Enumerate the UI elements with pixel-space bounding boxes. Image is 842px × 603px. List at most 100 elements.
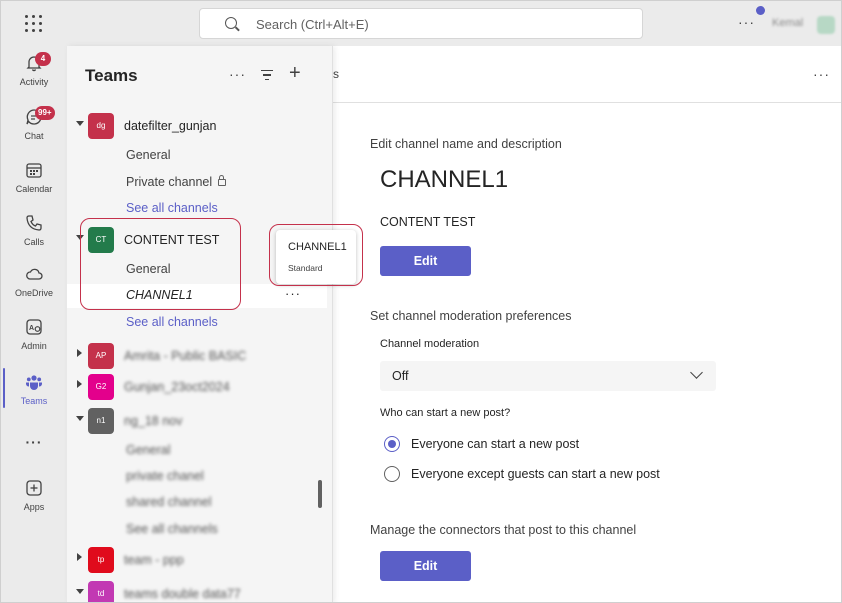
panel-more-button[interactable]: ··· (229, 66, 246, 82)
team-name: datefilter_gunjan (124, 119, 217, 133)
user-name: Kemal (772, 17, 804, 29)
team-name: Amrita - Public BASIC (124, 349, 247, 363)
team-row[interactable]: AP Amrita - Public BASIC (67, 343, 333, 371)
phone-icon (26, 215, 42, 231)
team-avatar: G2 (88, 374, 114, 400)
highlight-box-tooltip (269, 224, 363, 286)
channel-row[interactable]: General (67, 439, 327, 463)
rail-label-chat: Chat (24, 131, 44, 141)
header-tab-fragment[interactable]: s (333, 67, 339, 81)
team-avatar: tp (88, 547, 114, 573)
rail-item-teams[interactable]: Teams (1, 367, 67, 417)
add-team-icon[interactable]: + (289, 62, 301, 85)
team-row[interactable]: dg datefilter_gunjan (67, 113, 333, 141)
app-launcher-icon[interactable] (25, 15, 43, 33)
chevron-down-icon (690, 366, 703, 379)
team-row[interactable]: n1 ng_18 nov (67, 408, 333, 436)
channel-name: private chanel (126, 469, 204, 483)
team-avatar: td (88, 581, 114, 602)
team-name: Gunjan_23oct2024 (124, 380, 230, 394)
user-avatar[interactable] (817, 16, 835, 34)
header-more-button[interactable]: ··· (813, 66, 830, 82)
see-all-channels-link[interactable]: See all channels (67, 518, 327, 542)
rail-item-activity[interactable]: 4 Activity (1, 48, 67, 98)
team-name: teams double data77 (124, 587, 241, 601)
channel-row[interactable]: Private channel (67, 171, 327, 195)
radio-button-selected[interactable] (384, 436, 400, 452)
channel-name: General (126, 148, 171, 162)
teams-window: Search (Ctrl+Alt+E) ··· Kemal 4 Activity… (0, 0, 842, 603)
channel-more-button[interactable]: ··· (285, 286, 301, 301)
channel-name: General (126, 443, 171, 457)
channel-row[interactable]: private chanel (67, 465, 327, 489)
calendar-icon (26, 163, 42, 178)
rail-item-calendar[interactable]: Calendar (1, 155, 67, 205)
edit-section-title: Edit channel name and description (370, 137, 562, 151)
rail-label-calls: Calls (23, 237, 44, 247)
team-avatar: AP (88, 343, 114, 369)
expand-caret-icon[interactable] (77, 553, 82, 561)
expand-caret-icon[interactable] (76, 589, 84, 594)
channel-name: shared channel (126, 495, 212, 509)
radio-button[interactable] (384, 466, 400, 482)
rail-item-chat[interactable]: 99+ Chat (1, 102, 67, 152)
cloud-icon (26, 268, 43, 280)
radio-label: Everyone except guests can start a new p… (411, 467, 660, 481)
channel-row[interactable]: General (67, 144, 327, 168)
lock-icon (218, 175, 227, 186)
expand-caret-icon[interactable] (77, 349, 82, 357)
apps-plus-icon (26, 480, 42, 496)
channel-description: CONTENT TEST (380, 215, 476, 229)
see-all-label: See all channels (126, 315, 218, 329)
admin-icon: A (26, 319, 42, 335)
rail-item-calls[interactable]: Calls (1, 208, 67, 258)
team-name: ng_18 nov (124, 414, 183, 428)
chat-badge: 99+ (35, 106, 55, 120)
who-can-post-label: Who can start a new post? (380, 407, 511, 419)
rail-label-calendar: Calendar (15, 184, 53, 194)
team-name: team - ppp (124, 553, 184, 567)
rail-item-onedrive[interactable]: OneDrive (1, 259, 67, 309)
activity-badge: 4 (35, 52, 51, 66)
see-all-channels-link[interactable]: See all channels (67, 311, 327, 335)
teams-list-panel: Teams ··· + dg datefilter_gunjan General… (67, 46, 333, 602)
team-row[interactable]: G2 Gunjan_23oct2024 (67, 374, 333, 402)
rail-item-admin[interactable]: A Admin (1, 312, 67, 362)
edit-channel-button[interactable]: Edit (380, 246, 471, 276)
rail-label-activity: Activity (19, 77, 49, 87)
app-rail: 4 Activity 99+ Chat Calendar Calls OneDr… (1, 46, 67, 602)
channel-name-heading: CHANNEL1 (380, 166, 509, 193)
moderation-section-title: Set channel moderation preferences (370, 309, 572, 323)
team-row[interactable]: td teams double data77 (67, 581, 333, 602)
channel-name-private: Private channel (126, 175, 227, 189)
expand-caret-icon[interactable] (76, 121, 84, 126)
team-avatar: dg (88, 113, 114, 139)
filter-icon[interactable] (261, 70, 273, 80)
channel-row[interactable]: shared channel (67, 491, 327, 515)
more-icon: ··· (25, 434, 43, 450)
highlight-box-team (80, 218, 241, 310)
expand-caret-icon[interactable] (76, 416, 84, 421)
panel-title: Teams (85, 66, 138, 85)
search-box[interactable]: Search (Ctrl+Alt+E) (199, 8, 643, 39)
scrollbar-thumb[interactable] (318, 480, 322, 508)
notification-dot (756, 6, 765, 15)
top-bar: Search (Ctrl+Alt+E) ··· Kemal (1, 1, 841, 46)
channel-name: Private channel (126, 175, 213, 189)
rail-label-onedrive: OneDrive (14, 288, 53, 298)
team-row[interactable]: tp team - ppp (67, 547, 333, 575)
settings-more-button[interactable]: ··· (738, 14, 755, 30)
channel-header: s ··· (333, 46, 841, 103)
edit-connectors-button[interactable]: Edit (380, 551, 471, 581)
rail-label-teams: Teams (20, 396, 48, 406)
svg-text:A: A (29, 325, 34, 332)
channel-settings: Edit channel name and description CHANNE… (333, 103, 841, 602)
moderation-label: Channel moderation (380, 338, 480, 350)
team-avatar: n1 (88, 408, 114, 434)
teams-icon (26, 375, 42, 390)
expand-caret-icon[interactable] (77, 380, 82, 388)
rail-item-apps[interactable]: Apps (1, 473, 67, 523)
see-all-label: See all channels (126, 201, 218, 215)
moderation-dropdown[interactable]: Off (380, 361, 716, 391)
rail-label-apps: Apps (23, 502, 45, 512)
